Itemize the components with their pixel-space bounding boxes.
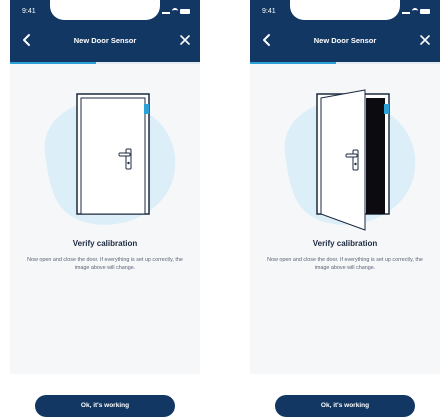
- app-header: 9:41 New Door Sensor: [10, 0, 200, 62]
- page-title: New Door Sensor: [313, 36, 377, 45]
- status-time: 9:41: [262, 8, 276, 15]
- signal-icon: [162, 8, 170, 14]
- door-opening: [366, 98, 385, 214]
- content-area: Verify calibration Now open and close th…: [10, 64, 200, 374]
- device-notch: [290, 0, 400, 20]
- status-icons: [402, 8, 430, 14]
- section-heading: Verify calibration: [72, 239, 138, 248]
- keyhole: [354, 162, 357, 166]
- section-heading: Verify calibration: [312, 239, 378, 248]
- door-handle: [345, 153, 358, 158]
- confirm-working-button[interactable]: Ok, it's working: [35, 395, 175, 417]
- phone-screen-closed: 9:41 New Door Sensor Verify calibration …: [10, 0, 200, 418]
- signal-icon: [402, 8, 410, 14]
- status-time: 9:41: [22, 8, 36, 15]
- instruction-text: Now open and close the door. If everythi…: [267, 257, 423, 271]
- sensor-icon: [144, 104, 149, 114]
- battery-icon: [180, 8, 190, 14]
- instruction-text: Now open and close the door. If everythi…: [27, 257, 183, 271]
- wifi-icon: [172, 8, 178, 14]
- confirm-working-button[interactable]: Ok, it's working: [275, 395, 415, 417]
- door-closed-illustration: [44, 93, 176, 225]
- phone-screen-open: 9:41 New Door Sensor Verify calibration: [250, 0, 440, 418]
- wifi-icon: [412, 8, 418, 14]
- door-open-illustration: [284, 89, 416, 231]
- door-panel: [80, 97, 146, 215]
- battery-icon: [420, 8, 430, 14]
- keyhole: [127, 161, 130, 165]
- close-icon[interactable]: [418, 33, 432, 47]
- status-icons: [162, 8, 190, 14]
- close-icon[interactable]: [178, 33, 192, 47]
- door-handle-plate: [125, 148, 132, 170]
- sensor-icon: [384, 104, 389, 114]
- device-notch: [50, 0, 160, 20]
- content-area: Verify calibration Now open and close th…: [250, 64, 440, 374]
- app-header: 9:41 New Door Sensor: [250, 0, 440, 62]
- door-handle-plate: [352, 149, 359, 171]
- page-title: New Door Sensor: [73, 36, 137, 45]
- door-handle: [118, 152, 131, 157]
